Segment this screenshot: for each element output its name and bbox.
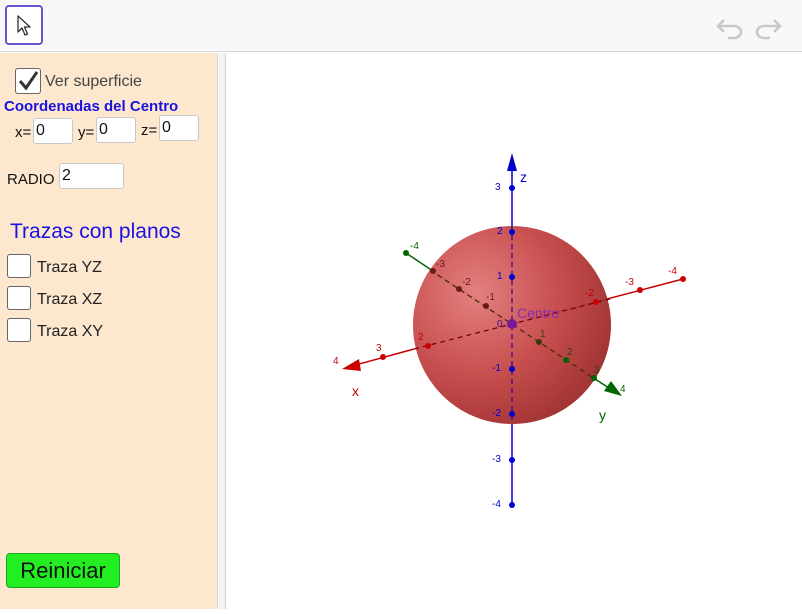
side-panel: Ver superficie Coordenadas del Centro x=… (0, 53, 218, 609)
trace-xy-label: Traza XY (37, 323, 104, 340)
y-label: y= (78, 124, 95, 141)
svg-text:-1: -1 (492, 363, 501, 374)
reset-button[interactable]: Reiniciar (6, 553, 120, 588)
panel-divider[interactable] (219, 53, 226, 609)
svg-text:2: 2 (497, 226, 503, 237)
toolbar (0, 0, 802, 52)
move-tool-button[interactable] (5, 5, 43, 45)
z-axis-label: z (520, 169, 527, 185)
svg-text:2: 2 (418, 332, 424, 343)
origin-label: 0 (497, 319, 503, 330)
traces-title: Trazas con planos (10, 220, 181, 243)
svg-text:-3: -3 (492, 454, 501, 465)
z-label: z= (141, 122, 158, 139)
svg-text:-4: -4 (410, 241, 419, 252)
trace-xz-label: Traza XZ (37, 291, 103, 308)
center-heading: Coordenadas del Centro (4, 98, 179, 115)
x-label: x= (15, 124, 32, 141)
trace-xz-checkbox[interactable] (7, 286, 31, 310)
svg-text:-3: -3 (436, 259, 445, 270)
undo-icon[interactable] (716, 14, 746, 40)
svg-text:-1: -1 (486, 292, 495, 303)
svg-text:-4: -4 (492, 499, 501, 510)
show-surface-checkbox[interactable] (15, 68, 41, 94)
svg-text:4: 4 (333, 356, 339, 367)
radius-label: RADIO (7, 171, 55, 188)
svg-text:4: 4 (620, 384, 626, 395)
svg-text:3: 3 (376, 343, 382, 354)
show-surface-label: Ver superficie (45, 73, 142, 90)
z-axis-arrow (507, 153, 517, 171)
radius-input[interactable] (59, 163, 124, 189)
svg-text:1: 1 (540, 329, 546, 340)
3d-scene[interactable]: 3 2 1 -1 -2 -3 -4 z 4 3 2 -2 -3 -4 x -4 … (226, 53, 802, 609)
trace-xy-checkbox[interactable] (7, 318, 31, 342)
svg-text:-2: -2 (585, 288, 594, 299)
center-y-input[interactable] (96, 117, 136, 143)
center-point[interactable] (507, 319, 517, 329)
svg-text:1: 1 (497, 271, 503, 282)
x-axis-arrow (342, 359, 361, 371)
svg-text:3: 3 (594, 365, 600, 376)
center-z-input[interactable] (159, 115, 199, 141)
svg-text:-2: -2 (492, 408, 501, 419)
x-axis-label: x (352, 383, 359, 399)
trace-yz-checkbox[interactable] (7, 254, 31, 278)
center-x-input[interactable] (33, 118, 73, 144)
svg-text:-4: -4 (668, 266, 677, 277)
move-arrow-icon (17, 15, 31, 36)
trace-yz-label: Traza YZ (37, 259, 102, 276)
svg-text:3: 3 (495, 182, 501, 193)
redo-icon[interactable] (752, 14, 782, 40)
svg-text:-3: -3 (625, 277, 634, 288)
y-axis-label: y (599, 407, 606, 423)
center-point-label: Centro (517, 305, 559, 321)
checkmark-icon (18, 71, 39, 91)
graphics-3d-view[interactable]: 3 2 1 -1 -2 -3 -4 z 4 3 2 -2 -3 -4 x -4 … (226, 53, 802, 609)
svg-text:-2: -2 (462, 277, 471, 288)
svg-text:2: 2 (567, 347, 573, 358)
